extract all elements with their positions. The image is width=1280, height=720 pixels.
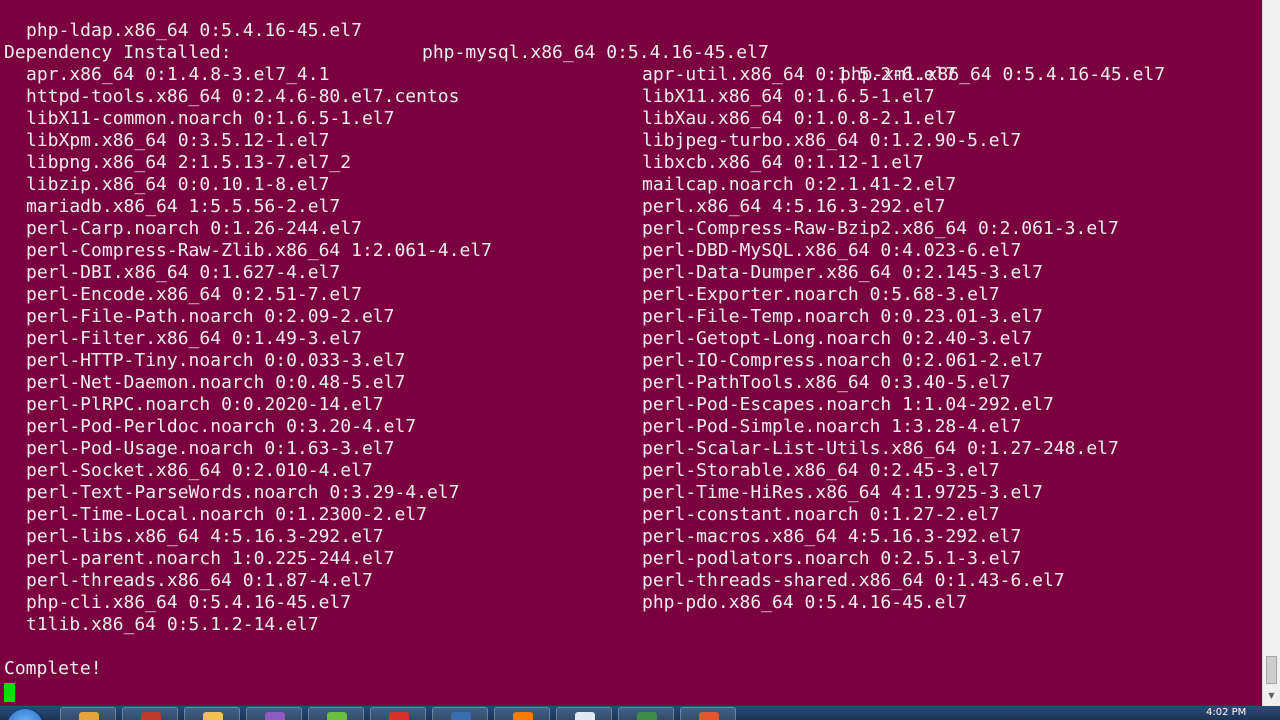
package-entry: perl-DBI.x86_64 0:1.627-4.el7 bbox=[26, 262, 341, 283]
package-entry: perl-Pod-Usage.noarch 0:1.63-3.el7 bbox=[26, 438, 395, 459]
sublime-icon bbox=[699, 712, 719, 720]
complete-message: Complete! bbox=[4, 658, 102, 679]
package-entry: perl-Net-Daemon.noarch 0:0.48-5.el7 bbox=[26, 372, 406, 393]
package-entry: perl-Exporter.noarch 0:5.68-3.el7 bbox=[642, 284, 1000, 305]
package-entry: libX11.x86_64 0:1.6.5-1.el7 bbox=[642, 86, 935, 107]
package-entry: perl-HTTP-Tiny.noarch 0:0.033-3.el7 bbox=[26, 350, 406, 371]
windows-taskbar: 4:02 PM bbox=[0, 706, 1280, 720]
taskbar-button[interactable] bbox=[680, 707, 736, 720]
package-entry: perl-Pod-Simple.noarch 1:3.28-4.el7 bbox=[642, 416, 1022, 437]
package-entry: libjpeg-turbo.x86_64 0:1.2.90-5.el7 bbox=[642, 130, 1022, 151]
package-entry: perl-PathTools.x86_64 0:3.40-5.el7 bbox=[642, 372, 1011, 393]
package-entry: perl-Pod-Perldoc.noarch 0:3.20-4.el7 bbox=[26, 416, 417, 437]
scroll-down-arrow-icon[interactable]: ▼ bbox=[1266, 690, 1277, 702]
taskbar-button[interactable] bbox=[618, 707, 674, 720]
package-entry: perl-Getopt-Long.noarch 0:2.40-3.el7 bbox=[642, 328, 1033, 349]
taskbar-button[interactable] bbox=[246, 707, 302, 720]
package-entry: mailcap.noarch 0:2.1.41-2.el7 bbox=[642, 174, 957, 195]
package-entry: mariadb.x86_64 1:5.5.56-2.el7 bbox=[26, 196, 341, 217]
package-entry: perl-parent.noarch 1:0.225-244.el7 bbox=[26, 548, 395, 569]
taskbar-button[interactable] bbox=[184, 707, 240, 720]
taskbar-button[interactable] bbox=[370, 707, 426, 720]
package-entry: libzip.x86_64 0:0.10.1-8.el7 bbox=[26, 174, 330, 195]
package-entry: perl-Storable.x86_64 0:2.45-3.el7 bbox=[642, 460, 1000, 481]
terminal-output[interactable]: php-ldap.x86_64 0:5.4.16-45.el7 php-mysq… bbox=[0, 0, 1262, 706]
package-entry: perl-File-Path.noarch 0:2.09-2.el7 bbox=[26, 306, 395, 327]
chrome-icon bbox=[79, 712, 99, 720]
taskbar-button[interactable] bbox=[60, 707, 116, 720]
package-entry: perl-Filter.x86_64 0:1.49-3.el7 bbox=[26, 328, 362, 349]
package-entry: t1lib.x86_64 0:5.1.2-14.el7 bbox=[26, 614, 319, 635]
package-entry: libXpm.x86_64 0:3.5.12-1.el7 bbox=[26, 130, 330, 151]
taskbar-button[interactable] bbox=[122, 707, 178, 720]
package-entry: perl-Time-Local.noarch 0:1.2300-2.el7 bbox=[26, 504, 427, 525]
package-entry: perl-Time-HiRes.x86_64 4:1.9725-3.el7 bbox=[642, 482, 1043, 503]
package-entry: libX11-common.noarch 0:1.6.5-1.el7 bbox=[26, 108, 395, 129]
filezilla-icon bbox=[389, 712, 409, 720]
package-entry: libpng.x86_64 2:1.5.13-7.el7_2 bbox=[26, 152, 352, 173]
terminal-cursor bbox=[4, 683, 15, 702]
start-button[interactable] bbox=[6, 708, 44, 720]
app-window-icon bbox=[451, 712, 471, 720]
terminal-icon bbox=[637, 712, 657, 720]
package-entry: perl-File-Temp.noarch 0:0.23.01-3.el7 bbox=[642, 306, 1043, 327]
package-entry: perl-DBD-MySQL.x86_64 0:4.023-6.el7 bbox=[642, 240, 1022, 261]
scrollbar-thumb[interactable] bbox=[1266, 656, 1277, 684]
vertical-scrollbar[interactable]: ▼ bbox=[1262, 0, 1280, 706]
taskbar-button[interactable] bbox=[556, 707, 612, 720]
taskbar-button[interactable] bbox=[308, 707, 364, 720]
package-entry: libxcb.x86_64 0:1.12-1.el7 bbox=[642, 152, 924, 173]
package-entry: perl-Pod-Escapes.noarch 1:1.04-292.el7 bbox=[642, 394, 1054, 415]
package-entry: httpd-tools.x86_64 0:2.4.6-80.el7.centos bbox=[26, 86, 460, 107]
taskbar-button[interactable] bbox=[432, 707, 488, 720]
package-entry: perl-IO-Compress.noarch 0:2.061-2.el7 bbox=[642, 350, 1043, 371]
package-entry: libXau.x86_64 0:1.0.8-2.1.el7 bbox=[642, 108, 957, 129]
notepad-icon bbox=[575, 712, 595, 720]
package-entry: perl-Compress-Raw-Bzip2.x86_64 0:2.061-3… bbox=[642, 218, 1119, 239]
folder-icon bbox=[203, 712, 223, 720]
package-entry: perl-constant.noarch 0:1.27-2.el7 bbox=[642, 504, 1000, 525]
package-entry: php-pdo.x86_64 0:5.4.16-45.el7 bbox=[642, 592, 968, 613]
package-entry: php-mysql.x86_64 0:5.4.16-45.el7 bbox=[422, 42, 769, 63]
visual-studio-icon bbox=[265, 712, 285, 720]
package-entry: perl-threads-shared.x86_64 0:1.43-6.el7 bbox=[642, 570, 1065, 591]
package-entry: apr-util.x86_64 0:1.5.2-6.el7 bbox=[642, 64, 957, 85]
taskbar-button[interactable] bbox=[494, 707, 550, 720]
package-entry: perl-Encode.x86_64 0:2.51-7.el7 bbox=[26, 284, 362, 305]
system-tray[interactable] bbox=[1100, 707, 1160, 719]
notepad-plus-icon bbox=[327, 712, 347, 720]
package-entry: apr.x86_64 0:1.4.8-3.el7_4.1 bbox=[26, 64, 330, 85]
package-entry: perl-Carp.noarch 0:1.26-244.el7 bbox=[26, 218, 362, 239]
package-entry: perl-Scalar-List-Utils.x86_64 0:1.27-248… bbox=[642, 438, 1119, 459]
package-entry: perl-podlators.noarch 0:2.5.1-3.el7 bbox=[642, 548, 1022, 569]
package-entry: php-ldap.x86_64 0:5.4.16-45.el7 bbox=[26, 20, 362, 41]
package-entry: perl.x86_64 4:5.16.3-292.el7 bbox=[642, 196, 946, 217]
package-entry: perl-Socket.x86_64 0:2.010-4.el7 bbox=[26, 460, 373, 481]
package-entry: perl-threads.x86_64 0:1.87-4.el7 bbox=[26, 570, 373, 591]
package-entry: perl-libs.x86_64 4:5.16.3-292.el7 bbox=[26, 526, 384, 547]
dependency-header: Dependency Installed: bbox=[4, 42, 232, 63]
installed-packages-row: php-ldap.x86_64 0:5.4.16-45.el7 php-mysq… bbox=[4, 0, 1165, 85]
package-entry: php-cli.x86_64 0:5.4.16-45.el7 bbox=[26, 592, 352, 613]
package-entry: perl-Data-Dumper.x86_64 0:2.145-3.el7 bbox=[642, 262, 1043, 283]
clock[interactable]: 4:02 PM bbox=[1206, 706, 1246, 720]
package-entry: perl-Text-ParseWords.noarch 0:3.29-4.el7 bbox=[26, 482, 460, 503]
package-entry: perl-Compress-Raw-Zlib.x86_64 1:2.061-4.… bbox=[26, 240, 492, 261]
package-entry: perl-PlRPC.noarch 0:0.2020-14.el7 bbox=[26, 394, 384, 415]
package-entry: perl-macros.x86_64 4:5.16.3-292.el7 bbox=[642, 526, 1022, 547]
paint-icon bbox=[141, 712, 161, 720]
firefox-icon bbox=[513, 712, 533, 720]
